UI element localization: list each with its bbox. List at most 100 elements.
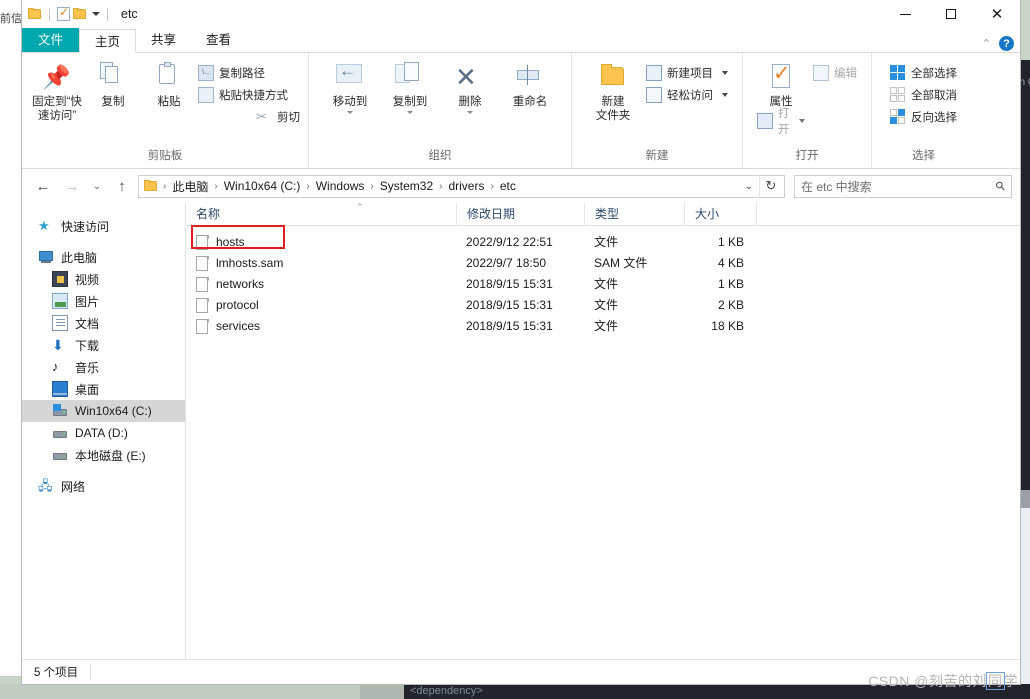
breadcrumb-separator-4: › [439,180,443,192]
edit-label: 编辑 [834,67,857,80]
sidebar-item-label: 文档 [75,316,100,331]
open-button[interactable]: 打开 [757,108,805,136]
file-name-cell[interactable]: networks [186,274,456,295]
move-to-dropdown-icon[interactable] [347,111,353,114]
cut-label: 剪切 [277,111,300,124]
ribbon-group-new-body: 新建 文件夹 新建项目 轻松访问 [582,53,732,148]
column-header-name[interactable]: 名称 [186,203,456,225]
new-item-dropdown-icon[interactable] [722,70,728,75]
sidebar-item-quick-access[interactable]: ★ 快速访问 [22,215,185,237]
select-all-button[interactable]: 全部选择 [890,63,957,82]
table-row[interactable]: services 2018/9/15 15:31 文件 18 KB [186,316,1020,337]
new-item-button[interactable]: 新建项目 [646,63,728,82]
sidebar-item-pictures[interactable]: 图片 [22,290,185,312]
copy-to-dropdown-icon[interactable] [407,111,413,114]
refresh-icon[interactable]: ↻ [759,174,782,198]
sidebar-gap-2 [22,466,185,475]
sidebar-item-network[interactable]: 🖧 网络 [22,475,185,497]
sidebar-item-win10x64-c[interactable]: Win10x64 (C:) [22,400,185,422]
paste-button[interactable]: 粘贴 [142,58,196,109]
breadcrumb-item-etc[interactable]: etc [497,179,519,193]
sidebar-item-music[interactable]: ♪ 音乐 [22,356,185,378]
copy-to-label: 复制到 [392,96,428,108]
copy-to-icon [395,62,425,92]
folder-icon[interactable] [28,8,42,20]
delete-button[interactable]: ✕ 删除 [443,58,497,114]
table-row[interactable]: hosts 2022/9/12 22:51 文件 1 KB [186,232,1020,253]
file-name-cell[interactable]: services [186,316,456,337]
paste-shortcut-button[interactable]: 粘贴快捷方式 [198,85,300,104]
cut-button[interactable]: ✂ 剪切 [256,107,300,126]
sidebar-item-downloads[interactable]: ⬇ 下载 [22,334,185,356]
title-bar: etc ✕ [22,0,1020,28]
sidebar-item-documents[interactable]: 文档 [22,312,185,334]
chevron-down-icon[interactable] [92,12,100,16]
delete-dropdown-icon[interactable] [467,111,473,114]
properties-button[interactable]: 属性 打开 [757,58,805,136]
edit-button[interactable]: 编辑 [813,63,857,82]
sidebar-item-this-pc[interactable]: 此电脑 [22,246,185,268]
column-header-type[interactable]: 类型 [584,203,684,225]
help-icon[interactable]: ? [999,36,1014,51]
table-row[interactable]: protocol 2018/9/15 15:31 文件 2 KB [186,295,1020,316]
copy-path-button[interactable]: \... 复制路径 [198,63,300,82]
up-button[interactable]: ↑ [109,174,135,198]
paste-shortcut-label: 粘贴快捷方式 [219,89,288,102]
sidebar-item-desktop[interactable]: 桌面 [22,378,185,400]
recent-locations-button[interactable]: ⌄ [88,174,106,198]
easy-access-button[interactable]: 轻松访问 [646,85,728,104]
table-row[interactable]: networks 2018/9/15 15:31 文件 1 KB [186,274,1020,295]
paste-icon [154,62,184,92]
tab-file[interactable]: 文件 [22,28,80,52]
drive-icon [52,447,68,463]
select-none-icon [890,86,906,103]
file-icon [196,319,209,334]
pin-to-quick-access-button[interactable]: 📌 固定到“快 速访问” [30,58,84,123]
sidebar-item-label: 桌面 [75,382,100,397]
file-name-cell[interactable]: hosts [186,232,456,253]
table-row[interactable]: lmhosts.sam 2022/9/7 18:50 SAM 文件 4 KB [186,253,1020,274]
file-name-cell[interactable]: protocol [186,295,456,316]
sidebar-item-data-d[interactable]: DATA (D:) [22,422,185,444]
copy-button[interactable]: 复制 [86,58,140,109]
invert-selection-button[interactable]: 反向选择 [890,107,957,126]
search-input[interactable]: 在 etc 中搜索 [801,178,996,195]
breadcrumb-item-system32[interactable]: System32 [377,179,436,193]
tab-view[interactable]: 查看 [191,28,246,52]
move-to-button[interactable]: 移动到 [323,58,377,114]
easy-access-dropdown-icon[interactable] [722,92,728,97]
breadcrumb-item-this-pc[interactable]: 此电脑 [169,178,211,195]
open-dropdown-icon[interactable] [799,118,805,123]
properties-icon[interactable] [57,5,70,21]
address-dropdown-icon[interactable]: ⌄ [739,181,759,192]
collapse-ribbon-icon[interactable]: ⌃ [982,37,991,50]
breadcrumb-item-win10x64-c[interactable]: Win10x64 (C:) [221,179,304,193]
breadcrumb-bar[interactable]: › 此电脑 › Win10x64 (C:) › Windows › System… [138,174,785,198]
minimize-button[interactable] [882,0,928,28]
new-folder-icon[interactable] [73,8,87,20]
watermark-prefix: CSDN @刻苦的刘 [868,673,987,689]
rename-button[interactable]: 重命名 [503,58,557,109]
file-name: networks [216,277,265,291]
tab-home[interactable]: 主页 [79,29,137,53]
new-folder-button[interactable]: 新建 文件夹 [586,58,640,123]
open-label: 打开 [778,107,790,136]
sidebar-item-videos[interactable]: 视频 [22,268,185,290]
close-button[interactable]: ✕ [974,0,1020,28]
search-box[interactable]: 在 etc 中搜索 ⚲ [794,174,1012,198]
tab-share[interactable]: 共享 [136,28,191,52]
column-header-size[interactable]: 大小 [684,203,756,225]
ribbon-group-select: 全部选择 全部取消 反向选择 选择 [871,53,975,168]
maximize-button[interactable] [928,0,974,28]
forward-button[interactable]: → [59,174,85,198]
copy-to-button[interactable]: 复制到 [383,58,437,114]
back-button[interactable]: ← [30,174,56,198]
file-name-cell[interactable]: lmhosts.sam [186,253,456,274]
breadcrumb-item-drivers[interactable]: drivers [445,179,487,193]
breadcrumb-item-windows[interactable]: Windows [313,179,368,193]
breadcrumb-folder-icon[interactable] [144,180,158,192]
select-none-button[interactable]: 全部取消 [890,85,957,104]
item-count-label: 5 个项目 [34,667,79,679]
sidebar-item-local-disk-e[interactable]: 本地磁盘 (E:) [22,444,185,466]
column-header-date[interactable]: 修改日期 [456,203,584,225]
